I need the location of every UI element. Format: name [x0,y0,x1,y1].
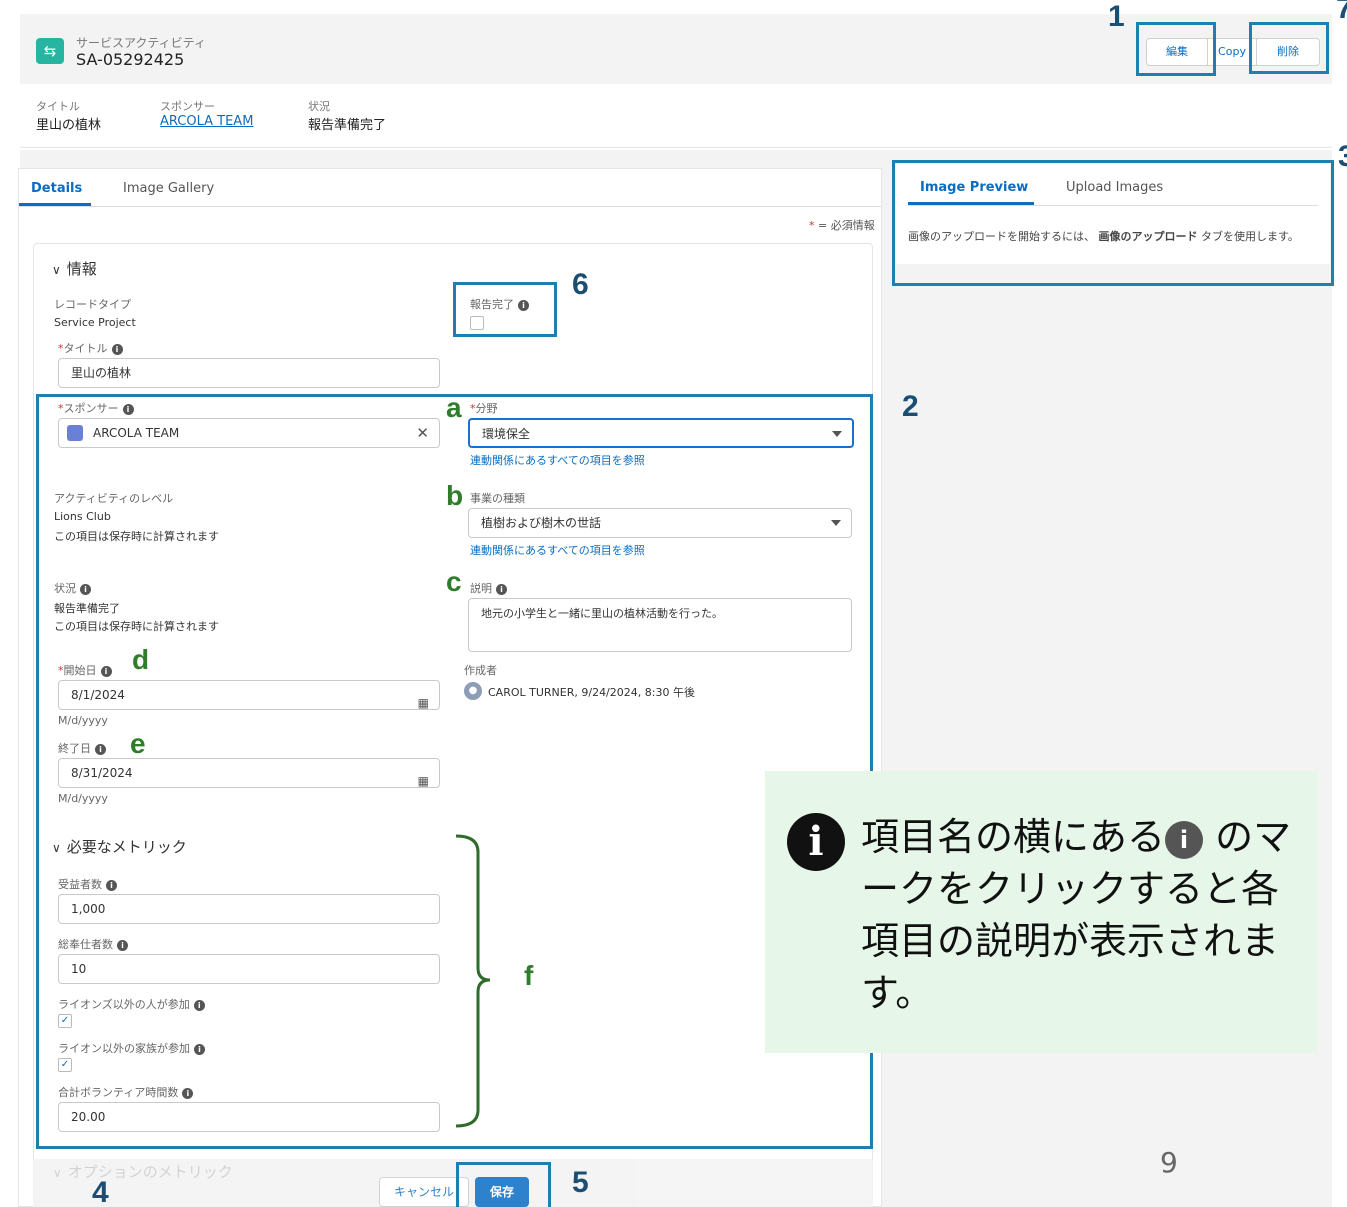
annotation-letter-c: c [446,566,462,597]
title-label-text: タイトル [63,342,108,355]
title-label: *タイトル i [58,340,123,356]
info-note-box: i 項目名の横にある i のマークをクリックすると各項目の説明が表示されます。 [765,771,1318,1053]
info-section-header[interactable]: ∨ 情報 [52,258,97,279]
annotation-box-edit [1136,22,1216,76]
metrics-bracket [455,834,490,1128]
required-star: * [809,219,815,232]
record-type-label: レコードタイプ [54,298,131,311]
service-activity-icon: ⇆ [36,38,64,64]
tab-details[interactable]: Details [31,181,82,196]
info-icon[interactable]: i [111,343,123,355]
annotation-box-delete [1249,22,1329,74]
record-name: SA-05292425 [76,50,185,69]
annotation-letter-a: a [446,392,462,423]
optional-metrics-header[interactable]: ∨ オプションのメトリック [53,1161,233,1182]
highlight-sponsor-link[interactable]: ARCOLA TEAM [160,114,253,129]
chevron-down-icon: ∨ [53,1166,62,1180]
required-info-note: * = 必須情報 [809,217,875,233]
annotation-number-2: 2 [902,390,919,423]
annotation-number-1: 1 [1108,0,1125,33]
highlight-title-value: 里山の植林 [36,118,102,133]
annotation-number-3: 3 [1338,140,1347,173]
annotation-number-4: 4 [92,1176,109,1207]
record-type-value: Service Project [54,316,136,329]
highlights-panel: タイトル 里山の植林 スポンサー ARCOLA TEAM 状況 報告準備完了 [20,84,1332,148]
chevron-down-icon: ∨ [52,263,61,277]
info-icon: i [1165,821,1204,859]
tabs-divider [19,206,881,207]
info-icon: i [787,813,845,871]
annotation-box-save [456,1162,551,1207]
tab-image-gallery[interactable]: Image Gallery [123,181,214,196]
highlight-status-value: 報告準備完了 [308,118,387,133]
highlight-title-label: タイトル [36,100,80,113]
annotation-letter-b: b [446,480,464,511]
annotation-letter-f: f [524,960,534,991]
highlight-status-label: 状況 [308,100,330,113]
info-note-text-part1: 項目名の横にある [861,815,1166,859]
info-note-text: 項目名の横にある i のマークをクリックすると各項目の説明が表示されます。 [861,811,1301,1019]
annotation-letter-e: e [130,728,146,759]
annotation-number-6: 6 [572,268,589,301]
required-info-text: = 必須情報 [818,219,875,232]
annotation-box-report-done [453,282,557,337]
title-input[interactable]: 里山の植林 [58,358,440,388]
page-number: 9 [1160,1146,1178,1179]
highlight-sponsor-label: スポンサー [160,100,215,113]
annotation-number-7: 7 [1336,0,1347,25]
form-footer: ∨ オプションのメトリック キャンセル 保存 [33,1159,873,1207]
object-type-label: サービスアクティビティ [76,36,206,50]
annotation-number-5: 5 [572,1166,589,1199]
info-section-title: 情報 [66,260,97,278]
annotation-letter-d: d [132,644,150,675]
annotation-box-image-panel [892,160,1334,286]
